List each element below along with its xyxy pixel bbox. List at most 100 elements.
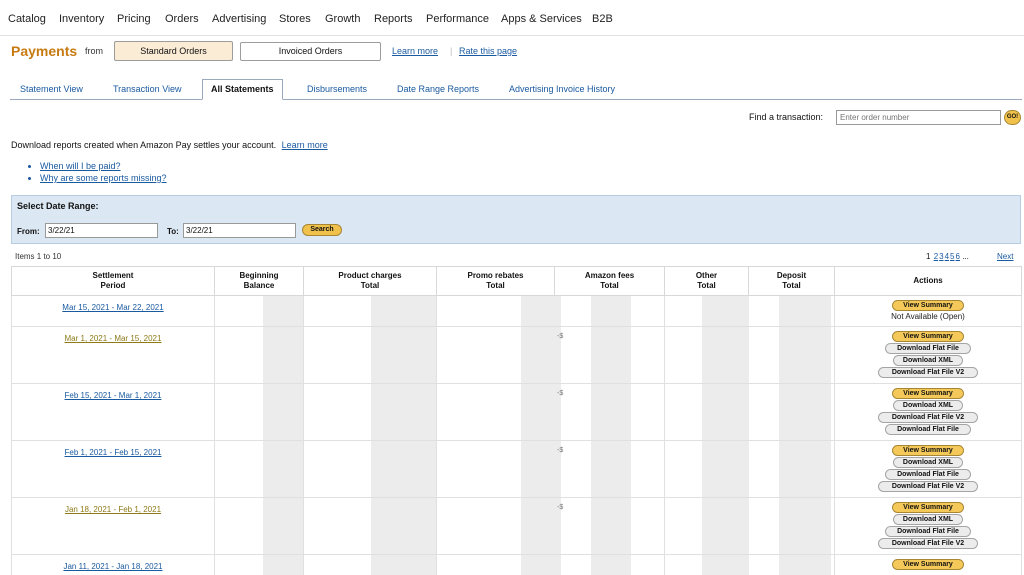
beginning-balance-cell xyxy=(214,440,304,498)
tab-advertising-invoice-history[interactable]: Advertising Invoice History xyxy=(509,84,615,94)
from-date-input[interactable]: 3/22/21 xyxy=(45,223,158,238)
intro-learn-more-link[interactable]: Learn more xyxy=(282,140,328,150)
page-title: Payments xyxy=(11,43,78,59)
settlement-period-link[interactable]: Mar 1, 2021 - Mar 15, 2021 xyxy=(65,334,162,343)
view-summary-button[interactable]: View Summary xyxy=(892,331,964,342)
settlement-period-cell: Feb 15, 2021 - Mar 1, 2021 xyxy=(11,383,215,441)
beginning-balance-cell xyxy=(214,326,304,384)
view-summary-button[interactable]: View Summary xyxy=(892,559,964,570)
view-summary-button[interactable]: View Summary xyxy=(892,502,964,513)
page-link[interactable]: 2 xyxy=(934,252,938,261)
other-total-cell xyxy=(664,497,749,555)
download-xml-button[interactable]: Download XML xyxy=(893,400,963,411)
column-header-product-charges: Product charges Total xyxy=(303,266,437,296)
settlement-period-link[interactable]: Jan 11, 2021 - Jan 18, 2021 xyxy=(63,562,162,571)
tab-statement-view[interactable]: Statement View xyxy=(20,84,83,94)
beginning-balance-cell xyxy=(214,497,304,555)
next-page-link[interactable]: Next xyxy=(997,252,1013,261)
search-button[interactable]: Search xyxy=(302,224,342,236)
product-charges-cell xyxy=(303,554,437,575)
nav-inventory[interactable]: Inventory xyxy=(59,13,104,25)
when-paid-link[interactable]: When will I be paid? xyxy=(40,161,121,171)
amazon-fees-cell: -$ xyxy=(554,326,665,384)
nav-reports[interactable]: Reports xyxy=(374,13,413,25)
order-number-search-input[interactable] xyxy=(836,110,1001,125)
page-link[interactable]: 5 xyxy=(950,252,954,261)
nav-performance[interactable]: Performance xyxy=(426,13,489,25)
nav-stores[interactable]: Stores xyxy=(279,13,311,25)
download-flat-file-button[interactable]: Download Flat File xyxy=(885,343,971,354)
fee-sign: -$ xyxy=(557,390,564,397)
view-summary-button[interactable]: View Summary xyxy=(892,388,964,399)
deposit-total-cell xyxy=(748,554,835,575)
table-row: Mar 15, 2021 - Mar 22, 2021 View Summary… xyxy=(11,295,1022,327)
deposit-total-cell xyxy=(748,440,835,498)
download-flat-file-v2-button[interactable]: Download Flat File V2 xyxy=(878,481,978,492)
amazon-fees-cell: -$ xyxy=(554,383,665,441)
not-available-status: Not Available (Open) xyxy=(891,312,965,321)
download-flat-file-v2-button[interactable]: Download Flat File V2 xyxy=(878,367,978,378)
learn-more-link[interactable]: Learn more xyxy=(392,46,438,56)
payments-header: Payments from Standard Orders Invoiced O… xyxy=(0,40,1024,66)
missing-reports-link[interactable]: Why are some reports missing? xyxy=(40,173,167,183)
download-flat-file-v2-button[interactable]: Download Flat File V2 xyxy=(878,412,978,423)
from-label: From: xyxy=(17,227,40,236)
settlement-period-link[interactable]: Feb 1, 2021 - Feb 15, 2021 xyxy=(65,448,162,457)
intro-sentence: Download reports created when Amazon Pay… xyxy=(11,140,277,150)
column-header-other: Other Total xyxy=(664,266,749,296)
standard-orders-button[interactable]: Standard Orders xyxy=(114,41,233,61)
column-header-deposit: Deposit Total xyxy=(748,266,835,296)
nav-advertising[interactable]: Advertising xyxy=(212,13,266,25)
nav-growth[interactable]: Growth xyxy=(325,13,360,25)
download-flat-file-v2-button[interactable]: Download Flat File V2 xyxy=(878,538,978,549)
beginning-balance-cell xyxy=(214,554,304,575)
column-header-promo-rebates: Promo rebates Total xyxy=(436,266,555,296)
to-date-input[interactable]: 3/22/21 xyxy=(183,223,296,238)
column-header-settlement-period: Settlement Period xyxy=(11,266,215,296)
actions-cell: View Summary Download XML Download Flat … xyxy=(834,497,1022,555)
beginning-balance-cell xyxy=(214,383,304,441)
intro-text: Download reports created when Amazon Pay… xyxy=(11,140,328,150)
deposit-total-cell xyxy=(748,497,835,555)
actions-cell: View Summary Not Available (Open) xyxy=(834,295,1022,327)
settlement-period-cell: Mar 1, 2021 - Mar 15, 2021 xyxy=(11,326,215,384)
download-xml-button[interactable]: Download XML xyxy=(893,457,963,468)
product-charges-cell xyxy=(303,383,437,441)
help-links: When will I be paid? Why are some report… xyxy=(28,160,167,184)
view-summary-button[interactable]: View Summary xyxy=(892,445,964,456)
download-flat-file-button[interactable]: Download Flat File xyxy=(885,469,971,480)
settlement-period-link[interactable]: Jan 18, 2021 - Feb 1, 2021 xyxy=(65,505,161,514)
download-xml-button[interactable]: Download XML xyxy=(893,514,963,525)
tab-transaction-view[interactable]: Transaction View xyxy=(113,84,182,94)
list-item: When will I be paid? xyxy=(40,160,167,172)
view-summary-button[interactable]: View Summary xyxy=(892,300,964,311)
go-button[interactable]: GO! xyxy=(1004,110,1021,125)
nav-pricing[interactable]: Pricing xyxy=(117,13,151,25)
download-xml-button[interactable]: Download XML xyxy=(893,355,963,366)
amazon-fees-cell: -$ xyxy=(554,440,665,498)
download-flat-file-button[interactable]: Download Flat File xyxy=(885,424,971,435)
separator: | xyxy=(450,46,453,56)
settlement-period-link[interactable]: Feb 15, 2021 - Mar 1, 2021 xyxy=(65,391,162,400)
page-link[interactable]: 4 xyxy=(945,252,949,261)
promo-rebates-cell xyxy=(436,554,561,575)
top-navigation: Catalog Inventory Pricing Orders Adverti… xyxy=(0,0,1024,36)
nav-orders[interactable]: Orders xyxy=(165,13,199,25)
pagination: 1 23456 ... Next xyxy=(926,252,1013,261)
download-flat-file-button[interactable]: Download Flat File xyxy=(885,526,971,537)
from-label: from xyxy=(85,46,103,56)
settlement-period-link[interactable]: Mar 15, 2021 - Mar 22, 2021 xyxy=(62,303,163,312)
rate-this-page-link[interactable]: Rate this page xyxy=(459,46,517,56)
nav-catalog[interactable]: Catalog xyxy=(8,13,46,25)
table-row: Mar 1, 2021 - Mar 15, 2021 -$ View Summa… xyxy=(11,326,1022,384)
tab-all-statements[interactable]: All Statements xyxy=(202,79,283,100)
nav-b2b[interactable]: B2B xyxy=(592,13,613,25)
tab-date-range-reports[interactable]: Date Range Reports xyxy=(397,84,479,94)
actions-cell: View Summary xyxy=(834,554,1022,575)
invoiced-orders-button[interactable]: Invoiced Orders xyxy=(240,42,381,61)
pager-ellipsis: ... xyxy=(962,252,969,261)
tab-disbursements[interactable]: Disbursements xyxy=(307,84,367,94)
nav-apps-services[interactable]: Apps & Services xyxy=(501,13,582,25)
page-link[interactable]: 6 xyxy=(956,252,960,261)
page-link[interactable]: 3 xyxy=(939,252,943,261)
